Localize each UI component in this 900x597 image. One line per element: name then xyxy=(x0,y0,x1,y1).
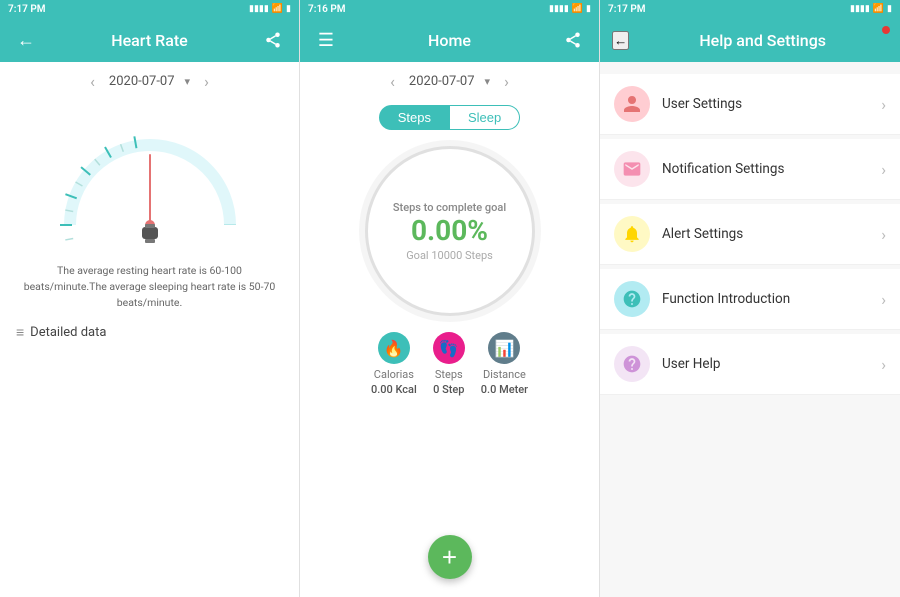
heart-gauge xyxy=(0,95,299,255)
heart-date-nav: ‹ 2020-07-07 ▾ › xyxy=(0,62,299,95)
distance-name: Distance xyxy=(483,368,526,381)
notification-settings-label: Notification Settings xyxy=(662,161,869,177)
goal-circle: Steps to complete goal 0.00% Goal 10000 … xyxy=(365,146,535,316)
sleep-tab[interactable]: Sleep xyxy=(450,105,520,130)
user-settings-item[interactable]: User Settings › xyxy=(600,74,900,135)
wifi-icon: 📶 xyxy=(873,4,884,14)
alert-settings-label: Alert Settings xyxy=(662,226,869,242)
settings-back-button[interactable]: ← xyxy=(612,31,629,50)
settings-title: Help and Settings xyxy=(637,31,888,50)
heart-date-suffix: ▾ xyxy=(185,75,191,88)
goal-label: Steps to complete goal xyxy=(393,201,506,214)
home-top-bar: ☰ Home xyxy=(300,18,599,62)
notification-dot xyxy=(882,26,890,34)
notification-settings-chevron: › xyxy=(881,160,886,179)
settings-top-bar: ← Help and Settings xyxy=(600,18,900,62)
stats-row: 🔥 Calorias 0.00 Kcal 👣 Steps 0 Step 📊 Di… xyxy=(300,316,599,404)
steps-name: Steps xyxy=(435,368,463,381)
alert-settings-icon xyxy=(614,216,650,252)
heart-status-bar: 7:17 PM ▮▮▮▮ 📶 ▮ xyxy=(0,0,299,18)
user-settings-label: User Settings xyxy=(662,96,869,112)
heart-top-bar: ← Heart Rate xyxy=(0,18,299,62)
user-help-chevron: › xyxy=(881,355,886,374)
function-intro-icon xyxy=(614,281,650,317)
settings-time: 7:17 PM xyxy=(608,4,646,15)
heart-rate-panel: 7:17 PM ▮▮▮▮ 📶 ▮ ← Heart Rate ‹ 2020-07-… xyxy=(0,0,300,597)
steps-sleep-tabs: Steps Sleep xyxy=(300,95,599,138)
signal-icon: ▮▮▮▮ xyxy=(249,4,269,14)
steps-icon: 👣 xyxy=(433,332,465,364)
heart-status-icons: ▮▮▮▮ 📶 ▮ xyxy=(249,4,291,14)
notification-settings-icon xyxy=(614,151,650,187)
settings-status-icons: ▮▮▮▮ 📶 ▮ xyxy=(850,4,892,14)
signal-icon: ▮▮▮▮ xyxy=(549,4,569,14)
home-status-icons: ▮▮▮▮ 📶 ▮ xyxy=(549,4,591,14)
home-next-arrow[interactable]: › xyxy=(500,72,513,91)
share-home-button[interactable] xyxy=(559,26,587,54)
menu-button[interactable]: ☰ xyxy=(312,26,340,54)
distance-value: 0.0 Meter xyxy=(481,383,528,396)
detailed-data-label: Detailed data xyxy=(30,325,106,340)
distance-stat: 📊 Distance 0.0 Meter xyxy=(481,332,528,396)
calories-stat: 🔥 Calorias 0.00 Kcal xyxy=(371,332,417,396)
distance-icon: 📊 xyxy=(488,332,520,364)
wifi-icon: 📶 xyxy=(572,4,583,14)
steps-tab[interactable]: Steps xyxy=(379,105,450,130)
alert-settings-item[interactable]: Alert Settings › xyxy=(600,204,900,265)
function-intro-chevron: › xyxy=(881,290,886,309)
detailed-data-link[interactable]: ≡ Detailed data xyxy=(0,310,299,341)
settings-panel: 7:17 PM ▮▮▮▮ 📶 ▮ ← Help and Settings Use… xyxy=(600,0,900,597)
list-icon: ≡ xyxy=(16,324,24,341)
heart-description: The average resting heart rate is 60-100… xyxy=(0,255,299,310)
home-date-nav: ‹ 2020-07-07 ▾ › xyxy=(300,62,599,95)
goal-circle-container: Steps to complete goal 0.00% Goal 10000 … xyxy=(300,138,599,316)
user-help-item[interactable]: User Help › xyxy=(600,334,900,395)
steps-value: 0 Step xyxy=(433,383,464,396)
battery-icon: ▮ xyxy=(586,4,591,14)
signal-icon: ▮▮▮▮ xyxy=(850,4,870,14)
calories-name: Calorias xyxy=(374,368,414,381)
home-panel: 7:16 PM ▮▮▮▮ 📶 ▮ ☰ Home ‹ 2020-07-07 ▾ ›… xyxy=(300,0,600,597)
battery-icon: ▮ xyxy=(286,4,291,14)
heart-date: 2020-07-07 xyxy=(109,74,175,89)
heart-next-arrow[interactable]: › xyxy=(200,72,213,91)
home-time: 7:16 PM xyxy=(308,4,346,15)
fab-button[interactable]: + xyxy=(428,535,472,579)
settings-status-bar: 7:17 PM ▮▮▮▮ 📶 ▮ xyxy=(600,0,900,18)
calories-value: 0.00 Kcal xyxy=(371,383,417,396)
user-help-label: User Help xyxy=(662,356,869,372)
alert-settings-chevron: › xyxy=(881,225,886,244)
user-settings-icon xyxy=(614,86,650,122)
user-help-icon xyxy=(614,346,650,382)
home-date: 2020-07-07 xyxy=(409,74,475,89)
back-button[interactable]: ← xyxy=(12,26,40,54)
function-intro-item[interactable]: Function Introduction › xyxy=(600,269,900,330)
goal-percent: 0.00% xyxy=(411,214,488,247)
home-date-suffix: ▾ xyxy=(485,75,491,88)
calories-icon: 🔥 xyxy=(378,332,410,364)
home-title: Home xyxy=(348,31,551,50)
function-intro-label: Function Introduction xyxy=(662,291,869,307)
battery-icon: ▮ xyxy=(887,4,892,14)
gauge-svg xyxy=(50,115,250,245)
user-settings-chevron: › xyxy=(881,95,886,114)
home-status-bar: 7:16 PM ▮▮▮▮ 📶 ▮ xyxy=(300,0,599,18)
wifi-icon: 📶 xyxy=(272,4,283,14)
notification-settings-item[interactable]: Notification Settings › xyxy=(600,139,900,200)
settings-list: User Settings › Notification Settings › … xyxy=(600,62,900,407)
home-prev-arrow[interactable]: ‹ xyxy=(386,72,399,91)
heart-prev-arrow[interactable]: ‹ xyxy=(86,72,99,91)
goal-steps: Goal 10000 Steps xyxy=(406,249,493,262)
steps-stat: 👣 Steps 0 Step xyxy=(433,332,465,396)
share-button[interactable] xyxy=(259,26,287,54)
heart-time: 7:17 PM xyxy=(8,4,46,15)
heart-title: Heart Rate xyxy=(48,31,251,50)
